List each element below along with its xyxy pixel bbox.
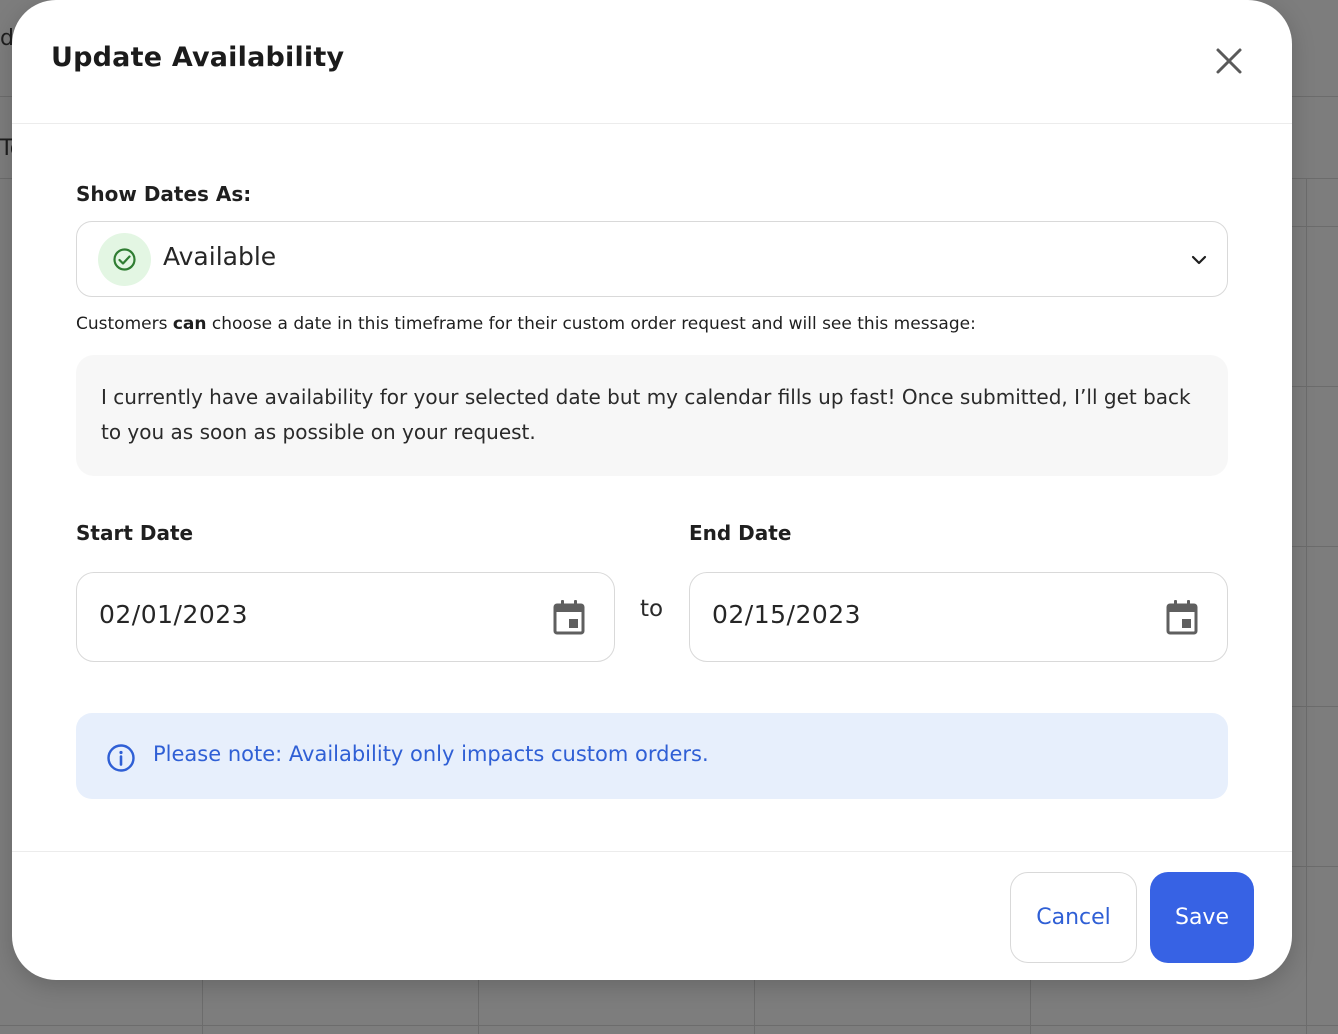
background-gridline bbox=[1306, 178, 1307, 1034]
status-indicator bbox=[98, 233, 151, 286]
end-date-value: 02/15/2023 bbox=[712, 600, 862, 629]
calendar-icon bbox=[1166, 600, 1198, 635]
start-date-label: Start Date bbox=[76, 521, 194, 545]
close-button[interactable] bbox=[1210, 42, 1248, 80]
selected-status: Available bbox=[163, 242, 277, 271]
update-availability-modal: Update Availability Show Dates As: Avail… bbox=[12, 0, 1292, 980]
start-date-calendar-button[interactable] bbox=[553, 598, 585, 636]
calendar-icon bbox=[553, 600, 585, 635]
background-gridline bbox=[0, 1025, 1338, 1026]
show-dates-label: Show Dates As: bbox=[76, 182, 252, 206]
start-date-value: 02/01/2023 bbox=[99, 600, 249, 629]
helper-emphasis: can bbox=[172, 314, 207, 334]
end-date-calendar-button[interactable] bbox=[1166, 598, 1198, 636]
close-icon bbox=[1216, 48, 1242, 74]
cancel-button[interactable]: Cancel bbox=[1010, 872, 1137, 963]
availability-status-select[interactable]: Available bbox=[76, 221, 1228, 297]
chevron-down-icon bbox=[1191, 255, 1207, 265]
background-gridline bbox=[1292, 386, 1338, 387]
start-date-input[interactable]: 02/01/2023 bbox=[76, 572, 615, 662]
date-range-separator: to bbox=[640, 596, 664, 622]
end-date-input[interactable]: 02/15/2023 bbox=[689, 572, 1228, 662]
background-gridline bbox=[1030, 980, 1031, 1034]
save-button[interactable]: Save bbox=[1150, 872, 1254, 963]
background-gridline bbox=[1292, 226, 1338, 227]
background-gridline bbox=[1292, 706, 1338, 707]
availability-helper-text: Customers can choose a date in this time… bbox=[76, 314, 976, 334]
modal-footer: Cancel Save bbox=[12, 851, 1292, 980]
customer-message-preview: I currently have availability for your s… bbox=[76, 355, 1228, 476]
info-icon bbox=[107, 744, 135, 772]
modal-title: Update Availability bbox=[51, 42, 345, 73]
background-gridline bbox=[1292, 546, 1338, 547]
modal-header: Update Availability bbox=[12, 0, 1292, 124]
check-circle-icon bbox=[113, 248, 136, 271]
background-gridline bbox=[478, 980, 479, 1034]
end-date-label: End Date bbox=[689, 521, 792, 545]
helper-suffix: choose a date in this timeframe for thei… bbox=[206, 314, 976, 334]
helper-prefix: Customers bbox=[76, 314, 173, 334]
background-gridline bbox=[754, 980, 755, 1034]
info-note-banner: Please note: Availability only impacts c… bbox=[76, 713, 1228, 799]
info-note-text: Please note: Availability only impacts c… bbox=[153, 742, 709, 766]
background-gridline bbox=[1292, 866, 1338, 867]
background-gridline bbox=[202, 980, 203, 1034]
